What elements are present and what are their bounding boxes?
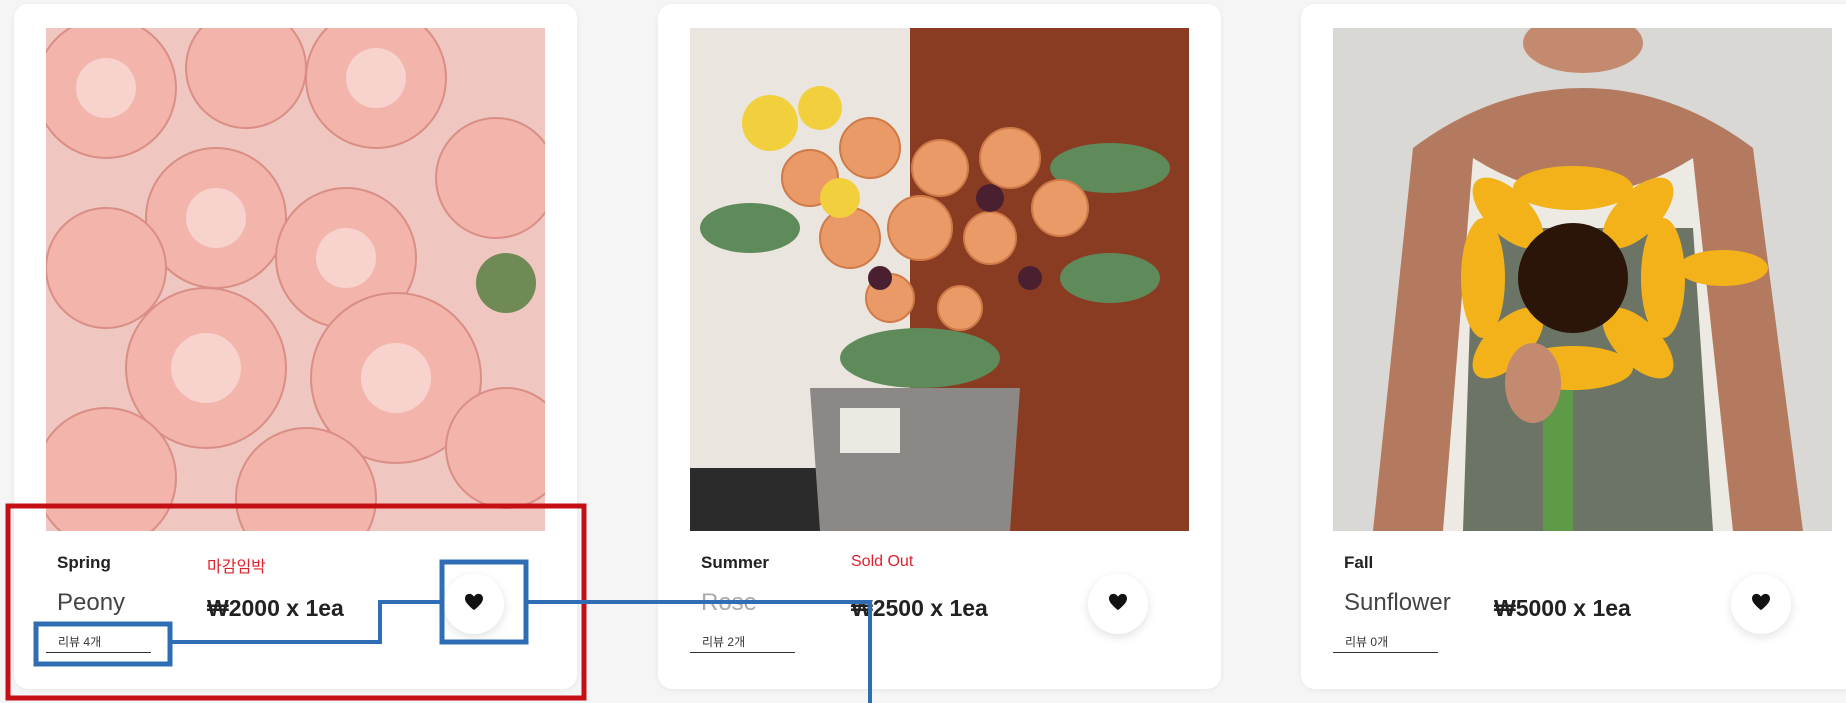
heart-icon — [1751, 593, 1771, 616]
product-price: ₩5000 x 1ea — [1494, 595, 1631, 621]
product-name[interactable]: Rose — [701, 589, 757, 617]
product-price: ₩2000 x 1ea — [207, 595, 344, 621]
review-count-link[interactable]: 리뷰 0개 — [1333, 633, 1438, 653]
like-button[interactable] — [444, 574, 504, 634]
product-image-rose[interactable] — [690, 28, 1189, 531]
like-button[interactable] — [1731, 574, 1791, 634]
product-card-sunflower[interactable]: Fall Sunflower ₩5000 x 1ea 리뷰 0개 — [1301, 4, 1846, 689]
status-badge: 마감임박 — [207, 559, 266, 576]
product-name[interactable]: Peony — [57, 589, 125, 617]
season-label: Fall — [1344, 553, 1374, 572]
product-card-peony[interactable]: Spring 마감임박 Peony ₩2000 x 1ea 리뷰 4개 — [14, 4, 577, 689]
season-label: Summer — [701, 553, 770, 572]
heart-icon — [464, 593, 484, 616]
like-button[interactable] — [1088, 574, 1148, 634]
season-label: Spring — [57, 553, 111, 572]
product-price: ₩2500 x 1ea — [851, 595, 988, 621]
review-count-link[interactable]: 리뷰 4개 — [46, 633, 151, 653]
product-name[interactable]: Sunflower — [1344, 589, 1451, 617]
heart-icon — [1108, 593, 1128, 616]
review-count-link[interactable]: 리뷰 2개 — [690, 633, 795, 653]
product-image-sunflower[interactable] — [1333, 28, 1832, 531]
status-badge: Sold Out — [851, 553, 914, 570]
product-card-rose[interactable]: Summer Sold Out Rose ₩2500 x 1ea 리뷰 2개 — [658, 4, 1221, 689]
product-image-peony[interactable] — [46, 28, 545, 531]
